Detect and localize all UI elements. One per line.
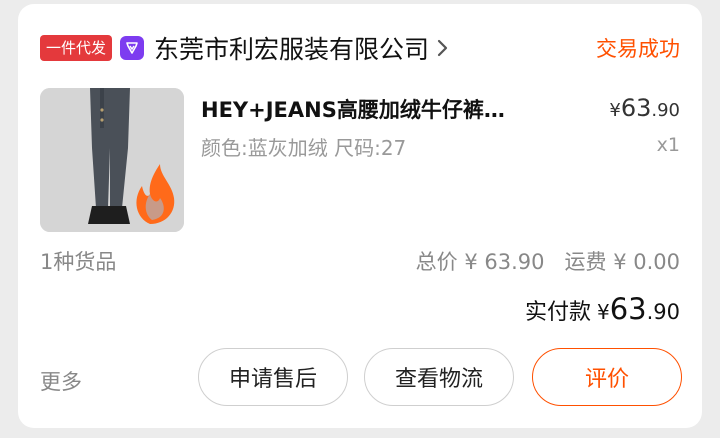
dropship-badge: 一件代发 xyxy=(40,35,113,61)
paid-integer: 63 xyxy=(609,292,647,326)
price-currency: ¥ xyxy=(609,100,621,121)
paid-decimal: .90 xyxy=(646,300,680,324)
order-header: 一件代发 东莞市利宏服装有限公司 交易成功 xyxy=(40,30,680,66)
order-card: 一件代发 东莞市利宏服装有限公司 交易成功 HEY+JEANS高腰加绒牛仔裤… … xyxy=(18,4,702,428)
shipping-fee: 运费 ¥ 0.00 xyxy=(564,250,680,274)
shop-name-link[interactable]: 东莞市利宏服装有限公司 xyxy=(154,30,429,66)
paid-currency: ¥ xyxy=(596,300,610,324)
apply-after-sale-button[interactable]: 申请售后 xyxy=(198,348,348,406)
order-status: 交易成功 xyxy=(596,37,680,61)
product-thumbnail[interactable] xyxy=(40,88,184,232)
amount-paid: 实付款 ¥63.90 xyxy=(525,292,680,326)
chevron-right-icon[interactable] xyxy=(437,36,451,60)
item-kinds-count: 1种货品 xyxy=(40,250,117,274)
product-sku: 颜色:蓝灰加绒 尺码:27 xyxy=(201,136,407,160)
product-quantity: x1 xyxy=(656,134,680,156)
review-button[interactable]: 评价 xyxy=(532,348,682,406)
paid-label: 实付款 xyxy=(524,300,591,325)
price-integer: 63 xyxy=(620,94,652,122)
product-price: ¥63.90 xyxy=(609,94,680,122)
total-price: 总价 ¥ 63.90 xyxy=(415,250,545,274)
order-totals: 总价 ¥ 63.90 运费 ¥ 0.00 xyxy=(416,246,680,276)
shop-logo-icon xyxy=(120,36,145,60)
view-logistics-button[interactable]: 查看物流 xyxy=(364,348,514,406)
price-decimal: .90 xyxy=(651,100,680,121)
product-title[interactable]: HEY+JEANS高腰加绒牛仔裤… xyxy=(201,94,571,124)
more-link[interactable]: 更多 xyxy=(40,366,82,396)
